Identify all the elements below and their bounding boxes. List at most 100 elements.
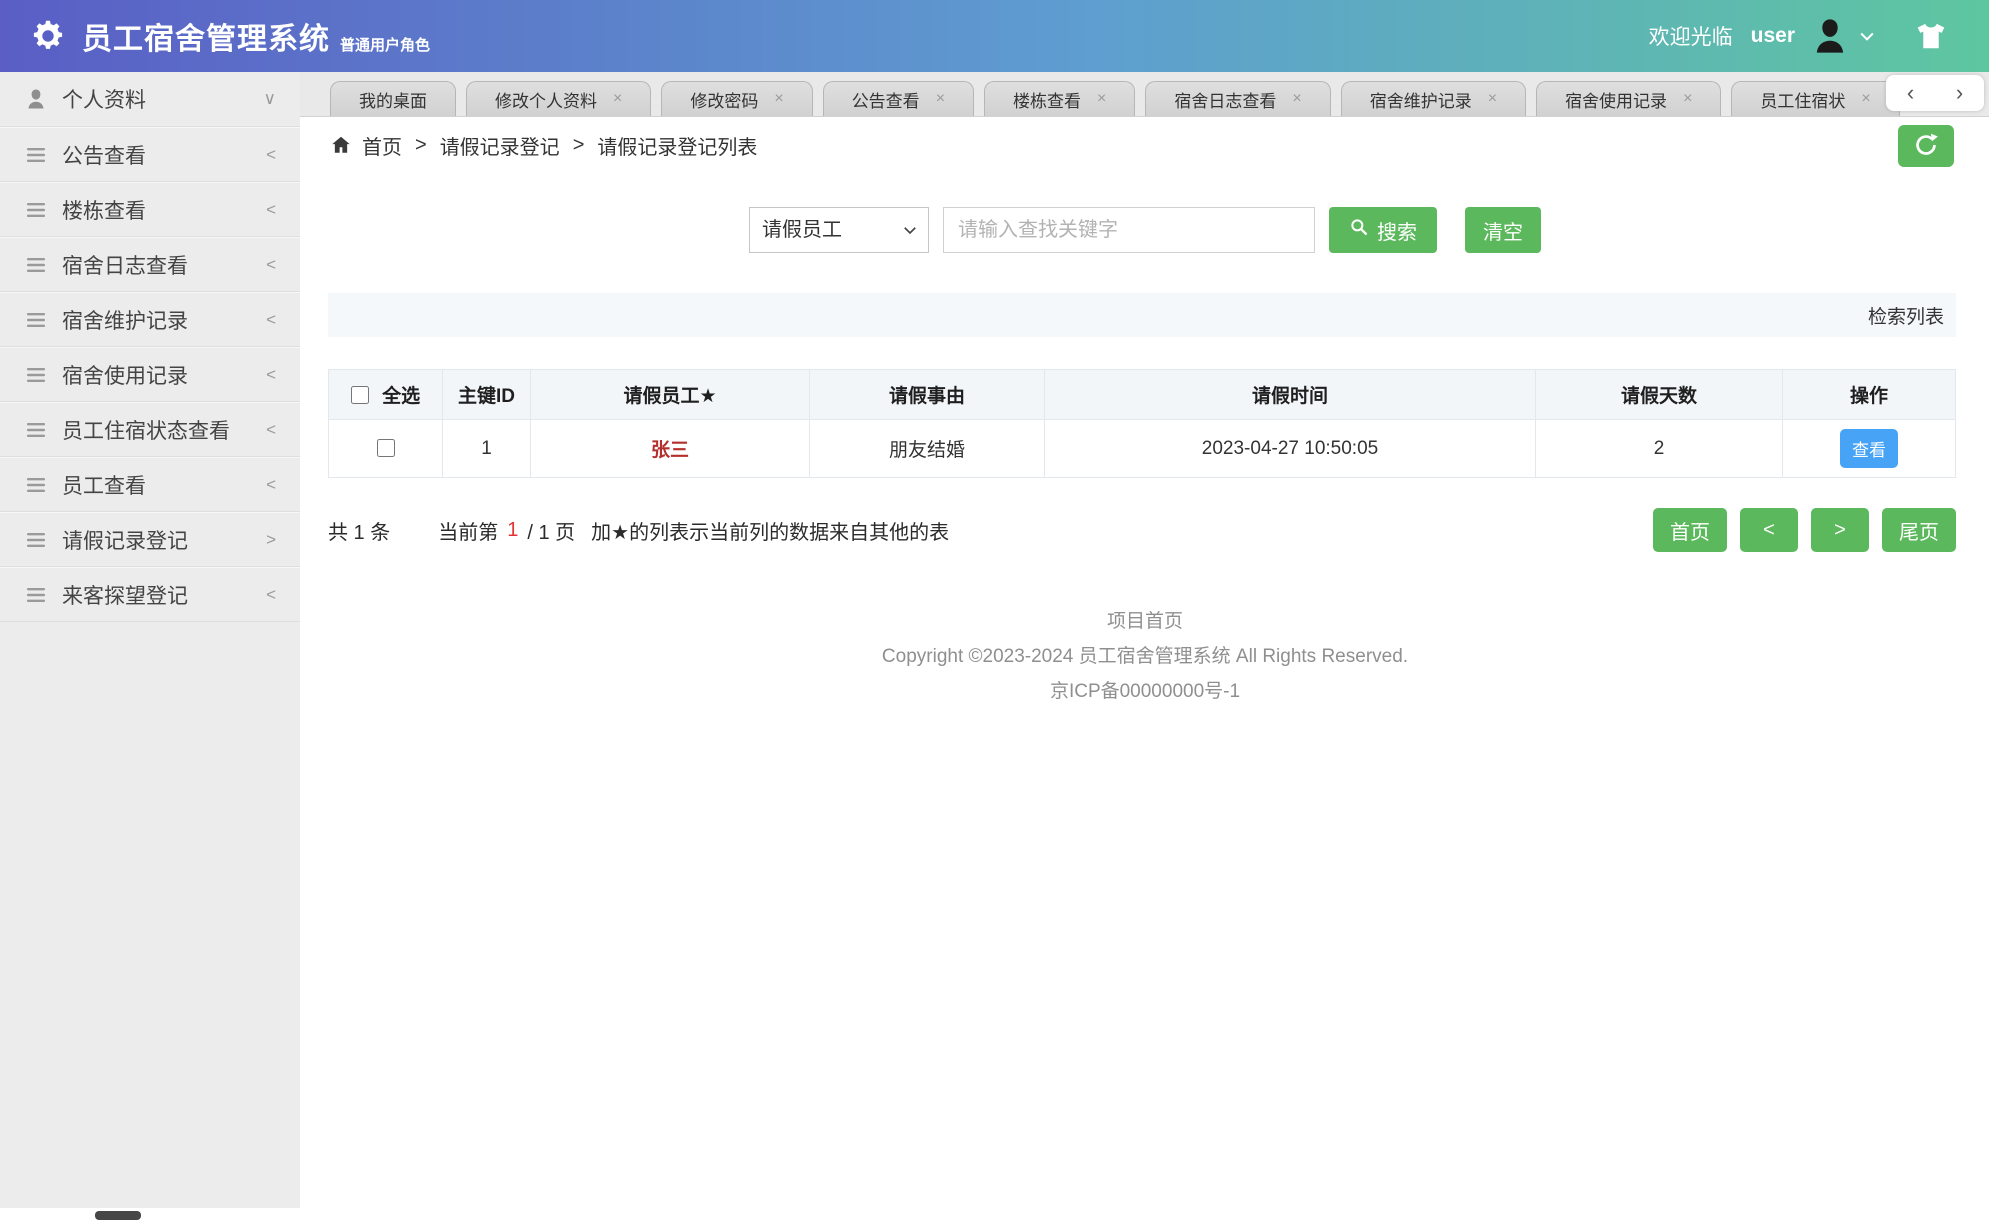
tab-buildings[interactable]: 楼栋查看 ×: [984, 81, 1136, 116]
close-icon[interactable]: ×: [1097, 90, 1106, 108]
chevron-icon: ∨: [263, 89, 276, 108]
select-all-label: 全选: [382, 386, 421, 407]
chevron-icon: <: [266, 364, 276, 384]
sidebar: 个人资料 ∨ 公告查看 < 楼栋查看 < 宿舍日志查看 < 宿舍维护记录 < 宿…: [0, 72, 300, 1208]
filter-select[interactable]: 请假员工: [749, 207, 929, 253]
view-button[interactable]: 查看: [1840, 429, 1898, 468]
search-button[interactable]: 搜索: [1329, 207, 1437, 253]
tab-scroll-left-icon[interactable]: ‹: [1899, 80, 1922, 106]
page-total-text: / 1 页: [527, 521, 576, 544]
tab-change-password[interactable]: 修改密码 ×: [661, 81, 813, 116]
menu-list-icon: [24, 418, 48, 442]
employee-link[interactable]: 张三: [651, 440, 689, 461]
chevron-icon: <: [266, 419, 276, 439]
prev-page-button[interactable]: <: [1740, 508, 1798, 552]
tab-residence-status[interactable]: 员工住宿状 ×: [1731, 81, 1900, 116]
sidebar-item-label: 员工住宿状态查看: [62, 419, 230, 443]
tab-bar: 我的桌面 修改个人资料 × 修改密码 × 公告查看 × 楼栋查看 × 宿舍日志查…: [300, 72, 1989, 117]
project-home-link[interactable]: 项目首页: [1107, 611, 1183, 632]
app-header: 员工宿舍管理系统 普通用户角色 欢迎光临 user: [0, 0, 1989, 72]
tab-my-desktop[interactable]: 我的桌面: [330, 81, 456, 116]
tab-scroll-right-icon[interactable]: ›: [1948, 80, 1971, 106]
close-icon[interactable]: ×: [613, 90, 622, 108]
horizontal-scrollbar-thumb[interactable]: [95, 1211, 141, 1220]
table-header-row: 全选 主键ID 请假员工★ 请假事由 请假时间 请假天数 操作: [328, 369, 1956, 420]
sidebar-item-label: 公告查看: [62, 144, 146, 168]
close-icon[interactable]: ×: [1861, 90, 1870, 108]
chevron-down-icon[interactable]: [1857, 26, 1877, 46]
chevron-icon: >: [266, 529, 276, 549]
clear-button[interactable]: 清空: [1465, 207, 1541, 253]
close-icon[interactable]: ×: [1683, 90, 1692, 108]
refresh-button[interactable]: [1898, 125, 1954, 167]
tab-label: 公告查看: [851, 91, 920, 111]
close-icon[interactable]: ×: [1292, 90, 1301, 108]
search-input[interactable]: [943, 207, 1315, 253]
sidebar-item-maintenance[interactable]: 宿舍维护记录 <: [0, 292, 300, 347]
username: user: [1750, 24, 1795, 47]
content-area: 我的桌面 修改个人资料 × 修改密码 × 公告查看 × 楼栋查看 × 宿舍日志查…: [300, 72, 1989, 1222]
tab-announcements[interactable]: 公告查看 ×: [822, 81, 975, 116]
sidebar-item-announcements[interactable]: 公告查看 <: [0, 127, 300, 182]
breadcrumb: 首页 > 请假记录登记 > 请假记录登记列表: [300, 117, 1989, 173]
role-subtitle: 普通用户角色: [340, 36, 431, 54]
tab-usage[interactable]: 宿舍使用记录 ×: [1536, 81, 1722, 116]
close-icon[interactable]: ×: [936, 90, 945, 108]
sidebar-item-usage[interactable]: 宿舍使用记录 <: [0, 347, 300, 402]
tab-dorm-logs[interactable]: 宿舍日志查看 ×: [1145, 81, 1331, 116]
menu-list-icon: [24, 308, 48, 332]
theme-shirt-icon[interactable]: [1915, 20, 1947, 52]
sidebar-item-visitor-records[interactable]: 来客探望登记 <: [0, 567, 300, 622]
breadcrumb-home[interactable]: 首页: [362, 131, 402, 160]
column-header-actions: 操作: [1782, 369, 1956, 420]
sidebar-item-profile[interactable]: 个人资料 ∨: [0, 72, 300, 127]
sidebar-item-dorm-logs[interactable]: 宿舍日志查看 <: [0, 237, 300, 292]
tab-label: 修改个人资料: [495, 91, 597, 111]
row-select-cell: [328, 419, 443, 478]
header-user-area: 欢迎光临 user: [1649, 15, 1959, 57]
row-checkbox[interactable]: [376, 439, 395, 458]
search-toolbar: 请假员工 搜索 清空: [300, 207, 1989, 253]
close-icon[interactable]: ×: [1488, 90, 1497, 108]
sidebar-item-leave-records[interactable]: 请假记录登记 >: [0, 512, 300, 567]
select-all-checkbox[interactable]: [350, 385, 369, 404]
current-page-label: 当前第: [438, 521, 499, 544]
tab-label: 宿舍日志查看: [1174, 91, 1277, 111]
sidebar-item-label: 宿舍维护记录: [62, 309, 188, 333]
tab-maintenance[interactable]: 宿舍维护记录 ×: [1340, 81, 1527, 116]
next-page-button[interactable]: >: [1811, 508, 1869, 552]
breadcrumb-current: 请假记录登记列表: [597, 136, 758, 159]
user-icon: [24, 87, 48, 111]
sidebar-item-residence-status[interactable]: 员工住宿状态查看 <: [0, 402, 300, 457]
chevron-icon: <: [266, 199, 276, 219]
chevron-icon: <: [266, 309, 276, 329]
chevron-icon: <: [266, 474, 276, 494]
sidebar-item-label: 宿舍使用记录: [62, 364, 188, 388]
column-header-reason: 请假事由: [809, 369, 1045, 420]
tab-edit-profile[interactable]: 修改个人资料 ×: [466, 81, 652, 116]
table-row: 1 张三 朋友结婚 2023-04-27 10:50:05 2 查看: [328, 419, 1956, 478]
sidebar-item-buildings[interactable]: 楼栋查看 <: [0, 182, 300, 237]
column-header-id: 主键ID: [442, 369, 531, 420]
menu-list-icon: [24, 253, 48, 277]
column-header-time: 请假时间: [1044, 369, 1536, 420]
close-icon[interactable]: ×: [774, 90, 783, 108]
breadcrumb-section[interactable]: 请假记录登记: [440, 131, 560, 160]
first-page-button[interactable]: 首页: [1653, 508, 1727, 552]
star-note-text: 加★的列表示当前列的数据来自其他的表: [591, 521, 950, 544]
welcome-text: 欢迎光临: [1648, 26, 1733, 49]
tab-label: 修改密码: [690, 91, 759, 111]
sidebar-item-label: 宿舍日志查看: [62, 254, 188, 278]
main-layout: 个人资料 ∨ 公告查看 < 楼栋查看 < 宿舍日志查看 < 宿舍维护记录 < 宿…: [0, 72, 1989, 1222]
tab-label: 我的桌面: [359, 91, 427, 111]
filter-select-wrap: 请假员工: [749, 207, 929, 253]
row-reason-cell: 朋友结婚: [809, 419, 1045, 478]
user-avatar-icon[interactable]: [1809, 15, 1851, 57]
menu-list-icon: [24, 583, 48, 607]
sidebar-item-employees[interactable]: 员工查看 <: [0, 457, 300, 512]
menu-list-icon: [24, 198, 48, 222]
list-header-label: 检索列表: [1867, 306, 1944, 328]
tab-label: 宿舍使用记录: [1565, 91, 1668, 111]
last-page-button[interactable]: 尾页: [1882, 508, 1956, 552]
sidebar-item-label: 来客探望登记: [62, 584, 188, 608]
